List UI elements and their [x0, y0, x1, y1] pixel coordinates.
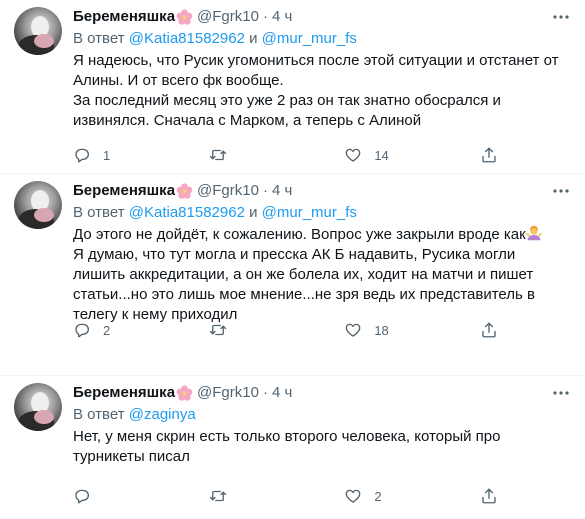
share-icon: [482, 147, 496, 163]
reply-button[interactable]: [73, 487, 133, 505]
tweet[interactable]: Беременяшка @Fgrk10 · 4 ч В ответ @Katia…: [0, 174, 585, 376]
more-dots-icon[interactable]: [551, 181, 571, 201]
tweet-paragraph: Я думаю, что тут могла и пресска АК Б на…: [73, 246, 535, 323]
display-name[interactable]: Беременяшка: [73, 383, 175, 403]
like-count: 2: [374, 488, 382, 504]
reply-button[interactable]: 2: [73, 321, 133, 339]
avatar[interactable]: [14, 383, 62, 431]
cherry-blossom-icon: [176, 182, 193, 199]
mention-link[interactable]: @zaginya: [129, 406, 196, 423]
mention-joiner: и: [249, 204, 258, 221]
timestamp[interactable]: 4 ч: [272, 7, 292, 27]
tweet-actions: 2: [73, 486, 498, 506]
handle[interactable]: @Fgrk10: [197, 7, 259, 27]
tweet-feed: Беременяшка @Fgrk10 · 4 ч В ответ @Katia…: [0, 0, 585, 519]
tweet-actions: 1 14: [73, 145, 498, 165]
separator-dot: ·: [262, 384, 268, 401]
tweet-actions: 2 18: [73, 320, 498, 340]
reply-count: 1: [103, 147, 111, 163]
reply-context: В ответ @zaginya: [73, 405, 571, 425]
reply-prefix: В ответ: [73, 30, 125, 47]
reply-bubble-icon: [75, 323, 90, 338]
tweet-header: Беременяшка @Fgrk10 · 4 ч: [73, 181, 571, 201]
like-count: 18: [374, 322, 389, 338]
retweet-button[interactable]: [209, 321, 269, 339]
more-dots-icon[interactable]: [551, 383, 571, 403]
tweet-text: До этого не дойдёт, к сожалению. Вопрос …: [73, 225, 571, 325]
reply-button[interactable]: 1: [73, 146, 133, 164]
share-button[interactable]: [480, 487, 498, 505]
tweet[interactable]: Беременяшка @Fgrk10 · 4 ч В ответ @Katia…: [0, 0, 585, 174]
reply-bubble-icon: [75, 489, 90, 504]
separator-dot: ·: [262, 182, 268, 199]
tweet-text: Я надеюсь, что Русик угомониться после э…: [73, 51, 571, 131]
timestamp[interactable]: 4 ч: [272, 383, 292, 403]
retweet-icon: [209, 490, 226, 502]
like-button[interactable]: 14: [344, 146, 404, 164]
avatar[interactable]: [14, 181, 62, 229]
reply-bubble-icon: [75, 148, 90, 163]
display-name[interactable]: Беременяшка: [73, 181, 175, 201]
heart-icon: [345, 489, 361, 503]
handle[interactable]: @Fgrk10: [197, 181, 259, 201]
mention-link[interactable]: @Katia81582962: [129, 30, 245, 47]
more-dots-icon[interactable]: [551, 7, 571, 27]
tweet-header: Беременяшка @Fgrk10 · 4 ч: [73, 7, 571, 27]
reply-context: В ответ @Katia81582962 и @mur_mur_fs: [73, 203, 571, 223]
timestamp[interactable]: 4 ч: [272, 181, 292, 201]
like-count: 14: [374, 147, 389, 163]
retweet-button[interactable]: [209, 487, 269, 505]
heart-icon: [345, 148, 361, 162]
mention-link[interactable]: @mur_mur_fs: [262, 204, 357, 221]
reply-context: В ответ @Katia81582962 и @mur_mur_fs: [73, 29, 571, 49]
share-button[interactable]: [480, 146, 498, 164]
handle[interactable]: @Fgrk10: [197, 383, 259, 403]
share-icon: [482, 322, 496, 338]
reply-count: 2: [103, 322, 111, 338]
cherry-blossom-icon: [176, 8, 193, 25]
reply-prefix: В ответ: [73, 204, 125, 221]
share-icon: [482, 488, 496, 504]
person-shrugging-icon: [525, 225, 542, 241]
like-button[interactable]: 18: [344, 321, 404, 339]
retweet-icon: [209, 149, 226, 161]
tweet-text: Нет, у меня скрин есть только второго че…: [73, 427, 571, 467]
heart-icon: [345, 323, 361, 337]
share-button[interactable]: [480, 321, 498, 339]
tweet-header: Беременяшка @Fgrk10 · 4 ч: [73, 383, 571, 403]
tweet-paragraph: Нет, у меня скрин есть только второго че…: [73, 428, 501, 465]
separator-dot: ·: [262, 8, 268, 25]
mention-link[interactable]: @mur_mur_fs: [262, 30, 357, 47]
tweet-sentence: До этого не дойдёт, к сожалению. Вопрос …: [73, 226, 526, 243]
tweet-paragraph: До этого не дойдёт, к сожалению. Вопрос …: [73, 225, 571, 245]
tweet-paragraph: За последний месяц это уже 2 раз он так …: [73, 92, 501, 129]
reply-prefix: В ответ: [73, 406, 125, 423]
mention-link[interactable]: @Katia81582962: [129, 204, 245, 221]
mention-joiner: и: [249, 30, 258, 47]
retweet-icon: [209, 324, 226, 336]
display-name[interactable]: Беременяшка: [73, 7, 175, 27]
cherry-blossom-icon: [176, 384, 193, 401]
tweet[interactable]: Беременяшка @Fgrk10 · 4 ч В ответ @zagin…: [0, 376, 585, 519]
avatar[interactable]: [14, 7, 62, 55]
like-button[interactable]: 2: [344, 487, 404, 505]
retweet-button[interactable]: [209, 146, 269, 164]
tweet-paragraph: Я надеюсь, что Русик угомониться после э…: [73, 52, 559, 89]
